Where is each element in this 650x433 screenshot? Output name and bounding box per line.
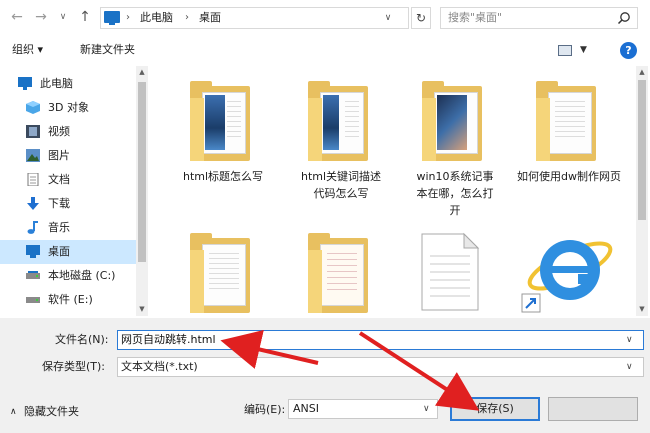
help-button[interactable]: ? xyxy=(620,42,637,59)
desktop-icon xyxy=(26,245,40,258)
folder-icon xyxy=(308,81,368,161)
folder-item[interactable]: html标题怎么写 xyxy=(168,78,278,198)
folder-icon xyxy=(536,81,596,161)
forward-button[interactable]: → xyxy=(32,6,50,28)
sidebar-item-label: 文档 xyxy=(48,173,70,186)
navigation-pane: 此电脑 3D 对象 视频 图片 文档 下载 音乐 桌面 本地磁盘 (C:) 软件… xyxy=(0,66,148,316)
computer-icon xyxy=(18,77,32,90)
sidebar-item-3d-objects[interactable]: 3D 对象 xyxy=(0,96,136,120)
sidebar-item-label: 下载 xyxy=(48,197,70,210)
hide-folders-button[interactable]: 隐藏文件夹 xyxy=(24,404,79,420)
view-options-icon[interactable] xyxy=(558,45,572,56)
computer-icon xyxy=(104,11,120,25)
documents-icon xyxy=(27,173,39,186)
search-placeholder: 搜索"桌面" xyxy=(448,11,503,24)
sidebar-item-label: 视频 xyxy=(48,125,70,138)
organize-menu-button[interactable]: 组织 ▾ xyxy=(12,42,43,58)
text-file-item[interactable] xyxy=(420,232,480,312)
back-button[interactable]: ← xyxy=(8,6,26,28)
internet-explorer-icon xyxy=(521,240,613,313)
internet-explorer-shortcut[interactable] xyxy=(520,230,616,316)
sidebar-item-label: 3D 对象 xyxy=(48,101,89,114)
file-list-scrollbar-thumb[interactable] xyxy=(638,80,646,220)
file-name: html标题怎么写 xyxy=(182,170,264,183)
folder-icon xyxy=(190,233,250,313)
sidebar-item-this-pc[interactable]: 此电脑 xyxy=(0,72,136,96)
sidebar-item-drive-e[interactable]: 软件 (E:) xyxy=(0,288,136,312)
breadcrumb-desktop[interactable]: 桌面 xyxy=(199,10,221,26)
folder-icon xyxy=(190,81,250,161)
sidebar-item-documents[interactable]: 文档 xyxy=(0,168,136,192)
video-icon xyxy=(26,125,40,138)
scroll-down-arrow-icon[interactable]: ▼ xyxy=(137,304,147,314)
cancel-button[interactable] xyxy=(548,397,638,421)
address-dropdown-icon[interactable]: ∨ xyxy=(380,8,396,28)
scroll-up-arrow-icon[interactable]: ▲ xyxy=(137,67,147,77)
folder-item[interactable] xyxy=(286,230,396,316)
new-folder-button[interactable]: 新建文件夹 xyxy=(80,42,135,58)
up-button[interactable]: ↑ xyxy=(76,6,94,28)
filename-label: 文件名(N): xyxy=(55,333,109,346)
file-name: html关键词描述代码怎么写 xyxy=(300,170,382,200)
folder-item[interactable]: 如何使用dw制作网页 xyxy=(514,78,624,198)
sidebar-item-label: 音乐 xyxy=(48,221,70,234)
folder-item[interactable]: win10系统记事本在哪，怎么打开 xyxy=(400,78,510,218)
folder-icon xyxy=(308,233,368,313)
sidebar-item-downloads[interactable]: 下载 xyxy=(0,192,136,216)
chevron-up-icon[interactable]: ∧ xyxy=(10,404,18,420)
download-icon xyxy=(27,197,39,210)
breadcrumb-this-pc[interactable]: 此电脑 xyxy=(140,10,173,26)
music-icon xyxy=(27,221,38,234)
sidebar-item-desktop[interactable]: 桌面 xyxy=(0,240,136,264)
file-name: 如何使用dw制作网页 xyxy=(517,170,621,183)
sidebar-item-music[interactable]: 音乐 xyxy=(0,216,136,240)
recent-locations-dropdown[interactable]: ∨ xyxy=(56,6,70,28)
drive-icon xyxy=(26,297,40,303)
sidebar-item-drive-c[interactable]: 本地磁盘 (C:) xyxy=(0,264,136,288)
sidebar-item-label: 本地磁盘 (C:) xyxy=(48,269,116,282)
folder-icon xyxy=(422,81,482,161)
encoding-value: ANSI xyxy=(293,402,319,415)
sidebar-item-label: 桌面 xyxy=(48,245,70,258)
chevron-down-icon[interactable]: ∨ xyxy=(626,359,633,375)
sidebar-scrollbar-thumb[interactable] xyxy=(138,82,146,262)
save-button[interactable]: 保存(S) xyxy=(450,397,540,421)
breadcrumb-separator: › xyxy=(185,12,189,23)
pictures-icon xyxy=(26,149,40,162)
file-name: win10系统记事本在哪，怎么打开 xyxy=(416,170,494,217)
sidebar-item-pictures[interactable]: 图片 xyxy=(0,144,136,168)
folder-item[interactable]: html关键词描述代码怎么写 xyxy=(286,78,396,200)
search-icon[interactable] xyxy=(617,11,631,25)
sidebar-item-label: 图片 xyxy=(48,149,70,162)
save-type-label: 保存类型(T): xyxy=(42,360,106,373)
folder-item[interactable] xyxy=(168,230,278,316)
encoding-label: 编码(E): xyxy=(244,403,286,416)
sidebar-item-videos[interactable]: 视频 xyxy=(0,120,136,144)
3d-objects-icon xyxy=(26,101,40,114)
document-icon xyxy=(421,232,480,311)
chevron-down-icon[interactable]: ∨ xyxy=(626,332,633,348)
save-type-value: 文本文档(*.txt) xyxy=(121,360,198,373)
view-options-dropdown[interactable]: ▼ xyxy=(580,42,587,58)
filename-value: 网页自动跳转.html xyxy=(121,333,216,346)
sidebar-item-label: 软件 (E:) xyxy=(48,293,93,306)
refresh-button[interactable]: ↻ xyxy=(411,7,431,29)
breadcrumb-separator: › xyxy=(126,12,130,23)
sidebar-item-label: 此电脑 xyxy=(40,77,73,90)
chevron-down-icon[interactable]: ∨ xyxy=(423,401,430,417)
scroll-up-arrow-icon[interactable]: ▲ xyxy=(637,67,647,77)
scroll-down-arrow-icon[interactable]: ▼ xyxy=(637,304,647,314)
drive-icon xyxy=(26,271,40,279)
